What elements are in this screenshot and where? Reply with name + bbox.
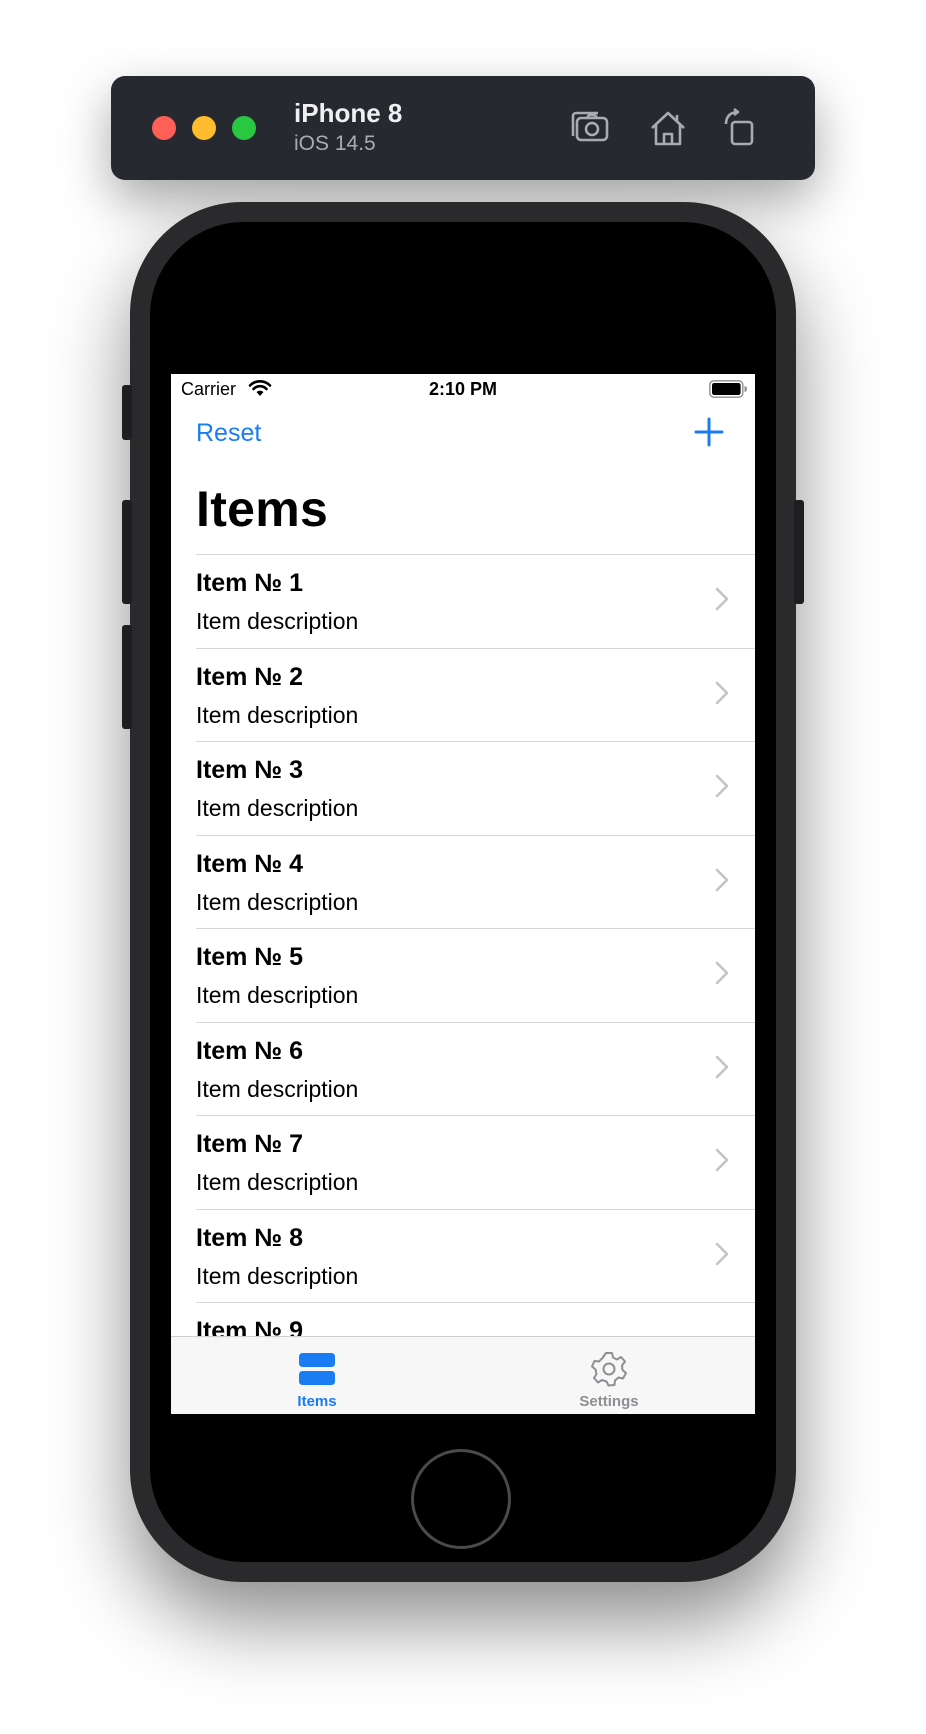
chevron-right-icon bbox=[715, 1148, 729, 1172]
chevron-right-icon bbox=[715, 1055, 729, 1078]
row-separator bbox=[196, 1302, 755, 1303]
item-description: Item description bbox=[196, 888, 359, 915]
navigation-bar: Reset bbox=[171, 404, 755, 464]
page-title: Items bbox=[196, 481, 329, 537]
device-name: iPhone 8 bbox=[294, 98, 403, 128]
phone-screen: Carrier 2:10 PM Reset Items Item № 1 Ite… bbox=[171, 374, 755, 1414]
battery-icon bbox=[709, 380, 747, 398]
list-item[interactable]: Item № 3 Item description bbox=[171, 741, 755, 835]
items-list-icon bbox=[299, 1353, 335, 1385]
item-description: Item description bbox=[196, 1262, 359, 1289]
item-title: Item № 7 bbox=[196, 1130, 304, 1158]
item-description: Item description bbox=[196, 608, 359, 634]
screenshot-icon[interactable] bbox=[568, 106, 612, 150]
chevron-right-icon bbox=[715, 587, 729, 611]
tab-settings[interactable]: Settings bbox=[463, 1337, 755, 1414]
item-description: Item description bbox=[196, 701, 359, 728]
item-title: Item № 5 bbox=[196, 943, 304, 971]
home-button[interactable] bbox=[411, 1449, 511, 1549]
mute-switch[interactable] bbox=[122, 385, 132, 440]
tab-bar: Items Settings bbox=[171, 1336, 755, 1414]
tab-label: Settings bbox=[579, 1393, 639, 1410]
chevron-right-icon bbox=[715, 868, 729, 891]
close-window-button[interactable] bbox=[152, 116, 176, 140]
item-description: Item description bbox=[196, 1075, 359, 1102]
list-item[interactable]: Item № 6 Item description bbox=[171, 1021, 755, 1116]
row-separator bbox=[196, 928, 755, 929]
chevron-right-icon bbox=[715, 1242, 729, 1265]
item-description: Item description bbox=[196, 982, 359, 1008]
item-description: Item description bbox=[196, 795, 359, 821]
list-item[interactable]: Item № 7 Item description bbox=[171, 1115, 755, 1209]
row-separator bbox=[196, 647, 755, 649]
item-description: Item description bbox=[196, 1169, 359, 1195]
list-item[interactable]: Item № 5 Item description bbox=[171, 928, 755, 1022]
chevron-right-icon bbox=[715, 961, 729, 985]
plus-icon[interactable] bbox=[693, 416, 725, 448]
chevron-right-icon bbox=[715, 681, 729, 704]
rotate-icon[interactable] bbox=[718, 106, 762, 150]
row-separator bbox=[196, 834, 755, 836]
simulator-toolbar bbox=[111, 76, 815, 180]
list-item[interactable]: Item № 8 Item description bbox=[171, 1208, 755, 1303]
volume-down-button[interactable] bbox=[122, 625, 132, 729]
row-separator bbox=[196, 1021, 755, 1023]
row-separator bbox=[196, 554, 755, 555]
row-separator bbox=[196, 1115, 755, 1116]
tab-items[interactable]: Items bbox=[171, 1337, 463, 1414]
item-title: Item № 1 bbox=[196, 569, 304, 597]
tab-label: Items bbox=[297, 1393, 337, 1410]
item-title: Item № 4 bbox=[196, 849, 304, 878]
gear-icon bbox=[591, 1352, 627, 1387]
item-title: Item № 2 bbox=[196, 662, 304, 691]
volume-up-button[interactable] bbox=[122, 500, 132, 604]
home-icon[interactable] bbox=[646, 106, 690, 150]
item-title: Item № 3 bbox=[196, 756, 304, 784]
os-version: iOS 14.5 bbox=[294, 132, 376, 155]
status-bar: Carrier 2:10 PM bbox=[171, 374, 755, 404]
zoom-window-button[interactable] bbox=[232, 116, 256, 140]
items-list: Item № 1 Item description Item № 2 Item … bbox=[171, 554, 755, 1396]
power-button[interactable] bbox=[794, 500, 804, 604]
reset-button[interactable]: Reset bbox=[196, 419, 261, 448]
list-item[interactable]: Item № 2 Item description bbox=[171, 647, 755, 742]
item-title: Item № 6 bbox=[196, 1036, 304, 1065]
status-time: 2:10 PM bbox=[428, 379, 498, 399]
row-separator bbox=[196, 741, 755, 742]
row-separator bbox=[196, 1208, 755, 1210]
minimize-window-button[interactable] bbox=[192, 116, 216, 140]
chevron-right-icon bbox=[715, 774, 729, 798]
list-item[interactable]: Item № 1 Item description bbox=[171, 554, 755, 648]
list-item[interactable]: Item № 4 Item description bbox=[171, 834, 755, 929]
item-title: Item № 8 bbox=[196, 1223, 304, 1252]
